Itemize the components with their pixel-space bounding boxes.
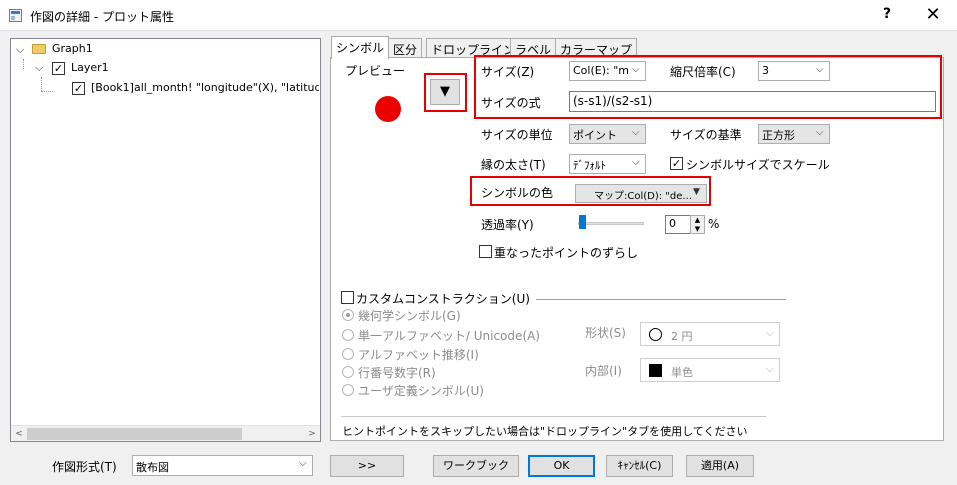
folder-icon	[32, 44, 46, 54]
shape-label: 形状(S)	[585, 326, 626, 340]
workbook-button[interactable]: ワークブック	[433, 455, 519, 477]
tree-item-graph[interactable]: Graph1	[52, 42, 93, 55]
chevron-down-icon: ⌵	[632, 127, 640, 138]
interior-label: 内部(I)	[585, 364, 622, 378]
plot-type-label: 作図形式(T)	[52, 460, 117, 474]
jitter-label: 重なったポイントのずらし	[494, 246, 639, 260]
chevron-down-icon[interactable]: ⌵	[35, 61, 43, 75]
chevron-down-icon: ⌵	[632, 64, 640, 75]
shape-value: 2 円	[671, 330, 693, 343]
scale-label: 縮尺倍率(C)	[670, 65, 736, 79]
edge-dropdown[interactable]: ﾃﾞﾌｫﾙﾄ ⌵	[569, 154, 646, 174]
chevron-down-icon: ⌵	[766, 328, 774, 339]
size-unit-value: ポイント	[573, 129, 617, 142]
radio-row-number[interactable]	[342, 366, 354, 378]
custom-construction-label: カスタムコンストラクション(U)	[356, 292, 530, 306]
scale-with-symbol-checkbox[interactable]: ✓	[670, 157, 683, 170]
size-value: Col(E): "m	[573, 64, 629, 77]
transparency-slider-track[interactable]	[578, 222, 644, 225]
size-dropdown[interactable]: Col(E): "m ⌵	[569, 61, 646, 81]
radio-row-number-label: 行番号数字(R)	[358, 366, 436, 380]
edge-value: ﾃﾞﾌｫﾙﾄ	[573, 159, 606, 172]
interior-dropdown[interactable]: 単色 ⌵	[640, 358, 780, 382]
transparency-spinner[interactable]: ▲ ▼	[690, 215, 705, 234]
radio-user-defined[interactable]	[342, 384, 354, 396]
scale-with-symbol-label: シンボルサイズでスケール	[686, 158, 830, 172]
circle-icon	[649, 328, 662, 341]
chevron-down-icon: ⌵	[816, 127, 824, 138]
scroll-left-icon[interactable]: <	[11, 426, 27, 442]
chevron-down-icon: ⌵	[816, 64, 824, 75]
size-unit-label: サイズの単位	[481, 128, 553, 142]
plot-checkbox[interactable]: ✓	[72, 82, 85, 95]
transparency-slider-thumb[interactable]	[579, 215, 586, 229]
close-button[interactable]: ✕	[918, 4, 948, 26]
divider	[536, 299, 786, 300]
radio-geometric-label: 幾何学シンボル(G)	[358, 309, 461, 323]
shape-dropdown[interactable]: 2 円 ⌵	[640, 322, 780, 346]
size-expr-label: サイズの式	[481, 96, 541, 110]
radio-user-defined-label: ユーザ定義シンボル(U)	[358, 384, 484, 398]
radio-geometric[interactable]	[342, 309, 354, 321]
symbol-color-dropdown[interactable]: マップ:Col(D): "de... ▼	[575, 184, 707, 203]
hint-text: ヒントポイントをスキップしたい場合は"ドロップライン"タブを使用してください	[342, 425, 748, 438]
tab-category[interactable]: 区分	[388, 38, 423, 58]
plot-type-dropdown[interactable]: 散布図 ⌵	[132, 455, 313, 476]
size-basis-dropdown[interactable]: 正方形 ⌵	[758, 124, 830, 144]
tree-horizontal-scrollbar[interactable]: < >	[11, 425, 320, 441]
custom-construction-checkbox[interactable]	[341, 291, 354, 304]
cancel-button[interactable]: ｷｬﾝｾﾙ(C)	[606, 455, 673, 477]
chevron-down-icon: ⌵	[766, 364, 774, 375]
jitter-checkbox[interactable]	[479, 245, 492, 258]
expand-button[interactable]: >>	[330, 455, 404, 477]
scroll-thumb[interactable]	[27, 428, 242, 440]
size-unit-dropdown[interactable]: ポイント ⌵	[569, 124, 646, 144]
radio-increment-label: アルファベット推移(I)	[358, 348, 479, 362]
window-title: 作図の詳細 - プロット属性	[30, 10, 174, 24]
radio-increment[interactable]	[342, 348, 354, 360]
transparency-input[interactable]: 0	[665, 215, 691, 234]
edge-label: 縁の太さ(T)	[481, 158, 546, 172]
interior-value: 単色	[671, 366, 693, 379]
transparency-label: 透過率(Y)	[481, 218, 534, 232]
plot-tree[interactable]: ⌵ Graph1 ⌵ ✓ Layer1 ✓ [Book1]all_month! …	[10, 38, 321, 442]
scroll-right-icon[interactable]: >	[304, 426, 320, 442]
tree-item-layer[interactable]: Layer1	[71, 61, 109, 74]
solid-fill-icon	[649, 364, 662, 377]
apply-button[interactable]: 適用(A)	[686, 455, 754, 477]
help-button[interactable]: ?	[872, 6, 902, 26]
symbol-color-label: シンボルの色	[481, 186, 554, 200]
transparency-unit: %	[708, 217, 720, 231]
divider	[341, 416, 766, 417]
size-expr-input[interactable]: (s-s1)/(s2-s1)	[569, 91, 936, 112]
app-icon	[9, 9, 22, 22]
symbol-gallery-button[interactable]: ▼	[430, 79, 460, 105]
size-basis-label: サイズの基準	[670, 128, 742, 142]
symbol-color-value: マップ:Col(D): "de...	[594, 191, 692, 202]
symbol-preview	[375, 96, 401, 122]
size-label: サイズ(Z)	[481, 65, 535, 79]
radio-single-char-label: 単一アルファベット/ Unicode(A)	[358, 329, 540, 343]
chevron-down-icon: ⌵	[299, 458, 307, 469]
scale-dropdown[interactable]: 3 ⌵	[758, 61, 830, 81]
chevron-down-icon: ⌵	[632, 157, 640, 168]
size-basis-value: 正方形	[762, 129, 795, 142]
triangle-down-icon: ▼	[693, 187, 700, 197]
layer-checkbox[interactable]: ✓	[52, 62, 65, 75]
ok-button[interactable]: OK	[528, 455, 595, 477]
chevron-down-icon[interactable]: ⌵	[16, 43, 24, 57]
plot-type-value: 散布図	[136, 461, 169, 474]
scale-value: 3	[762, 64, 769, 77]
tab-symbol[interactable]: シンボル	[331, 36, 390, 59]
radio-single-char[interactable]	[342, 329, 354, 341]
preview-label: プレビュー	[345, 64, 406, 78]
tree-item-plot[interactable]: [Book1]all_month! "longitude"(X), "latit…	[91, 81, 319, 94]
